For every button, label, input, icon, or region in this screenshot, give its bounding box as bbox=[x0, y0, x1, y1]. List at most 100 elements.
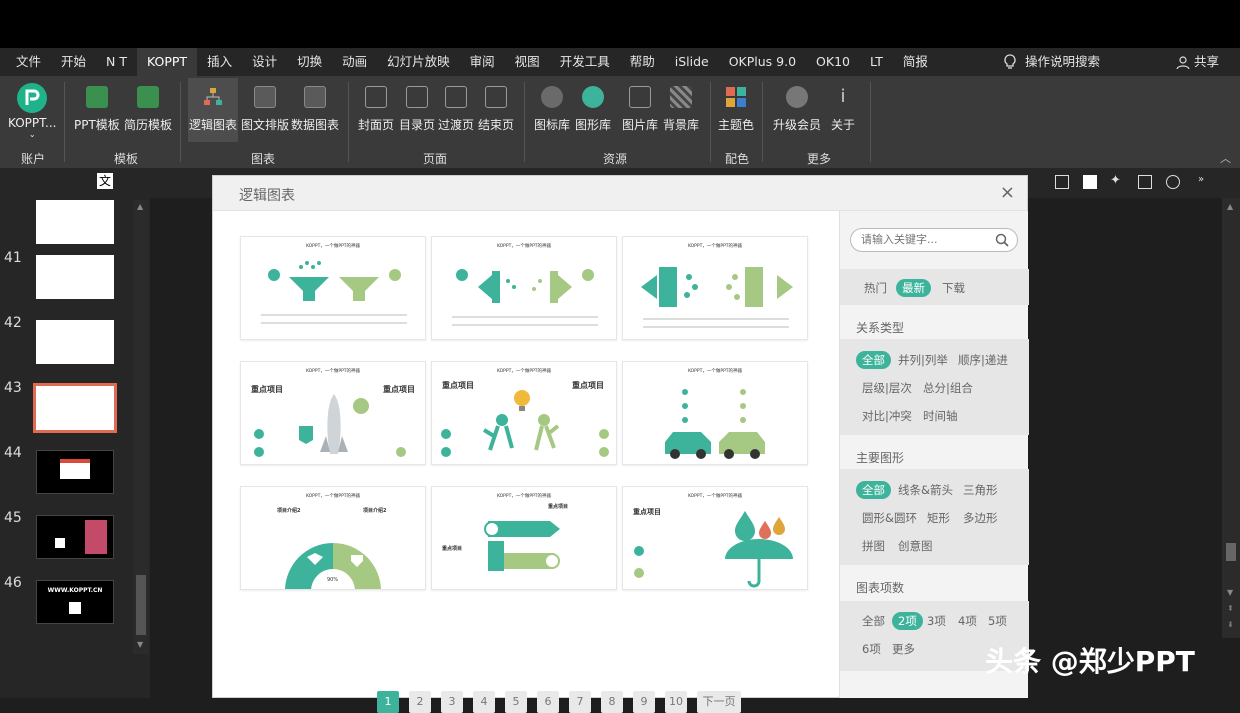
text-box-icon[interactable]: 文 bbox=[97, 173, 113, 189]
count-6[interactable]: 6项 bbox=[862, 641, 881, 657]
tab-islide[interactable]: iSlide bbox=[665, 48, 719, 76]
relation-all[interactable]: 全部 bbox=[856, 351, 891, 369]
relation-sequence[interactable]: 顺序|递进 bbox=[958, 352, 1008, 368]
slide-thumbnail[interactable] bbox=[36, 255, 114, 299]
tab-ok10[interactable]: OK10 bbox=[806, 48, 860, 76]
icon-library-button[interactable]: 图标库 bbox=[534, 82, 570, 133]
template-card[interactable]: KOPPT，一个做PPT的神器 bbox=[431, 236, 617, 340]
tab-lt[interactable]: LT bbox=[860, 48, 893, 76]
template-card[interactable]: KOPPT，一个做PPT的神器 bbox=[622, 236, 808, 340]
page-button[interactable]: 9 bbox=[633, 691, 655, 713]
scroll-up-icon[interactable]: ▲ bbox=[1227, 202, 1233, 211]
tab-okplus[interactable]: OKPlus 9.0 bbox=[719, 48, 806, 76]
count-3[interactable]: 3项 bbox=[927, 613, 946, 629]
shape-library-button[interactable]: 图形库 bbox=[575, 82, 611, 133]
shape-creative[interactable]: 创意图 bbox=[898, 538, 933, 554]
shape-all[interactable]: 全部 bbox=[856, 481, 891, 499]
tab-design[interactable]: 设计 bbox=[242, 48, 287, 76]
slide-thumbnail[interactable]: WWW.KOPPT.CN bbox=[36, 580, 114, 624]
ppt-template-button[interactable]: PPT模板 bbox=[74, 82, 120, 133]
sort-download[interactable]: 下载 bbox=[942, 280, 965, 296]
tab-review[interactable]: 审阅 bbox=[460, 48, 505, 76]
next-page-button[interactable]: 下一页 bbox=[697, 691, 741, 713]
resume-template-button[interactable]: 简历模板 bbox=[124, 82, 172, 133]
bird-icon[interactable]: ✦ bbox=[1110, 173, 1121, 188]
count-all[interactable]: 全部 bbox=[862, 613, 885, 629]
circle-icon[interactable] bbox=[1166, 175, 1180, 189]
help-search[interactable]: 操作说明搜索 bbox=[1003, 48, 1100, 76]
tab-koppt[interactable]: KOPPT bbox=[137, 48, 198, 76]
shape-puzzle[interactable]: 拼图 bbox=[862, 538, 885, 554]
count-4[interactable]: 4项 bbox=[958, 613, 977, 629]
shape-lines-arrows[interactable]: 线条&箭头 bbox=[898, 482, 953, 498]
transition-page-button[interactable]: 过渡页 bbox=[438, 82, 474, 133]
background-library-button[interactable]: 背景库 bbox=[663, 82, 699, 133]
end-page-button[interactable]: 结束页 bbox=[478, 82, 514, 133]
relation-composition[interactable]: 总分|组合 bbox=[923, 380, 973, 396]
scroll-thumb[interactable] bbox=[1226, 543, 1236, 561]
picture-icon[interactable] bbox=[1138, 175, 1152, 189]
logic-chart-button[interactable]: 逻辑图表 bbox=[188, 78, 238, 142]
page-button[interactable]: 1 bbox=[377, 691, 399, 713]
count-more[interactable]: 更多 bbox=[892, 641, 915, 657]
template-card[interactable]: KOPPT，一个做PPT的神器 bbox=[622, 361, 808, 465]
slide-thumbnail-selected[interactable] bbox=[33, 383, 117, 433]
close-icon[interactable]: × bbox=[1000, 182, 1015, 203]
page-button[interactable]: 4 bbox=[473, 691, 495, 713]
toc-page-button[interactable]: 目录页 bbox=[399, 82, 435, 133]
template-card[interactable]: KOPPT，一个做PPT的神器 项目介绍2 项目介绍2 90% bbox=[240, 486, 426, 590]
slide-thumbnail[interactable] bbox=[36, 450, 114, 494]
tab-file[interactable]: 文件 bbox=[6, 48, 51, 76]
slide-thumbnail[interactable] bbox=[36, 515, 114, 559]
layout-button[interactable]: 图文排版 bbox=[241, 82, 289, 133]
count-2[interactable]: 2项 bbox=[892, 612, 923, 630]
sort-hot[interactable]: 热门 bbox=[864, 280, 887, 296]
template-card[interactable]: KOPPT，一个做PPT的神器 bbox=[240, 236, 426, 340]
count-5[interactable]: 5项 bbox=[988, 613, 1007, 629]
data-chart-button[interactable]: 数据图表 bbox=[291, 82, 339, 133]
image-library-button[interactable]: 图片库 bbox=[622, 82, 658, 133]
shape-polygon[interactable]: 多边形 bbox=[963, 510, 998, 526]
editor-scrollbar[interactable]: ▲ ▼ ⇞ ⇟ bbox=[1222, 198, 1240, 638]
scroll-down-icon[interactable]: ▼ bbox=[1227, 588, 1233, 597]
square-icon[interactable] bbox=[1083, 175, 1097, 189]
search-input[interactable] bbox=[861, 233, 991, 246]
upgrade-member-button[interactable]: 升级会员 bbox=[773, 82, 821, 133]
share-button[interactable]: 共享 bbox=[1176, 48, 1219, 76]
relation-parallel[interactable]: 并列|列举 bbox=[898, 352, 948, 368]
page-button[interactable]: 3 bbox=[441, 691, 463, 713]
page-button[interactable]: 7 bbox=[569, 691, 591, 713]
next-slide-icon[interactable]: ⇟ bbox=[1227, 620, 1234, 629]
tab-brief[interactable]: 简报 bbox=[893, 48, 938, 76]
tab-view[interactable]: 视图 bbox=[505, 48, 550, 76]
template-card[interactable]: KOPPT，一个做PPT的神器 重点项目 重点项目 bbox=[431, 486, 617, 590]
tab-insert[interactable]: 插入 bbox=[197, 48, 242, 76]
about-button[interactable]: i 关于 bbox=[831, 82, 855, 133]
slide-thumbnail[interactable] bbox=[36, 320, 114, 364]
search-icon[interactable] bbox=[995, 233, 1009, 247]
relation-timeline[interactable]: 时间轴 bbox=[923, 408, 958, 424]
page-button[interactable]: 10 bbox=[665, 691, 687, 713]
prev-slide-icon[interactable]: ⇞ bbox=[1227, 604, 1234, 613]
more-arrow-icon[interactable]: » bbox=[1198, 174, 1204, 185]
page-button[interactable]: 2 bbox=[409, 691, 431, 713]
template-card[interactable]: KOPPT，一个做PPT的神器 重点项目 重点项目 bbox=[431, 361, 617, 465]
tab-animations[interactable]: 动画 bbox=[332, 48, 377, 76]
search-box[interactable] bbox=[850, 228, 1018, 252]
frame-icon[interactable] bbox=[1055, 175, 1069, 189]
relation-hierarchy[interactable]: 层级|层次 bbox=[862, 380, 912, 396]
tab-help[interactable]: 帮助 bbox=[620, 48, 665, 76]
shape-circle-ring[interactable]: 圆形&圆环 bbox=[862, 510, 917, 526]
tab-home[interactable]: 开始 bbox=[51, 48, 96, 76]
relation-contrast[interactable]: 对比|冲突 bbox=[862, 408, 912, 424]
sort-newest[interactable]: 最新 bbox=[896, 279, 931, 297]
cover-page-button[interactable]: 封面页 bbox=[358, 82, 394, 133]
page-button[interactable]: 6 bbox=[537, 691, 559, 713]
koppt-account-button[interactable]: KOPPT... ⌄ bbox=[8, 80, 56, 139]
scroll-up-icon[interactable]: ▲ bbox=[137, 202, 143, 211]
template-card[interactable]: KOPPT，一个做PPT的神器 重点项目 重点项目 bbox=[240, 361, 426, 465]
tab-transitions[interactable]: 切换 bbox=[287, 48, 332, 76]
shape-triangle[interactable]: 三角形 bbox=[963, 482, 998, 498]
template-card[interactable]: KOPPT，一个做PPT的神器 重点项目 bbox=[622, 486, 808, 590]
tab-developer[interactable]: 开发工具 bbox=[550, 48, 620, 76]
